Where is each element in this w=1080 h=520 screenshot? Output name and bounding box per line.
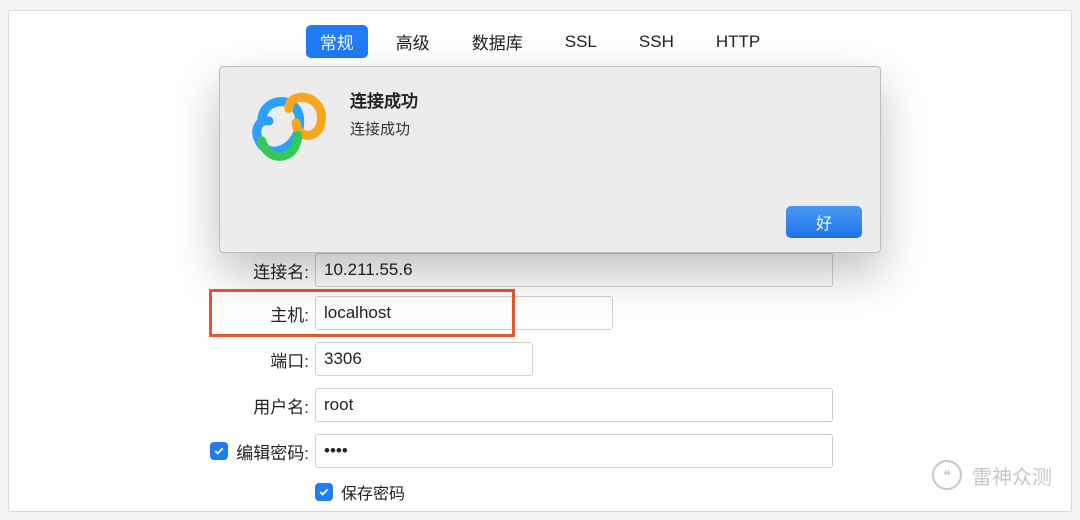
tab-advanced[interactable]: 高级 [382, 25, 444, 58]
tab-general[interactable]: 常规 [306, 25, 368, 58]
tab-http[interactable]: HTTP [702, 28, 774, 56]
app-logo-icon [242, 85, 332, 175]
label-password: 编辑密码: [236, 439, 309, 464]
row-host: 主机: [9, 296, 1071, 330]
label-port: 端口: [270, 347, 309, 372]
save-password-checkbox[interactable] [315, 483, 333, 501]
dialog-title: 连接成功 [350, 87, 418, 112]
tab-ssl[interactable]: SSL [551, 28, 611, 56]
ok-button[interactable]: 好 [786, 206, 862, 238]
dialog-message: 连接成功 [350, 118, 418, 139]
label-host: 主机: [270, 301, 309, 326]
watermark: ❝ 雷神众测 [932, 460, 1052, 490]
password-input[interactable] [315, 434, 833, 468]
wechat-icon: ❝ [932, 460, 962, 490]
connection-name-input[interactable] [315, 253, 833, 287]
row-port: 端口: [9, 342, 1071, 376]
connection-success-dialog: 连接成功 连接成功 好 [219, 66, 881, 253]
label-connection-name: 连接名: [253, 258, 309, 283]
connection-form: 主机: 端口: 用户名: 编辑密码: [9, 296, 1071, 504]
row-username: 用户名: [9, 388, 1071, 422]
row-connection-name: 连接名: [9, 253, 833, 287]
tab-bar: 常规 高级 数据库 SSL SSH HTTP [9, 11, 1071, 74]
edit-password-checkbox[interactable] [210, 442, 228, 460]
port-input[interactable] [315, 342, 533, 376]
row-password: 编辑密码: [9, 434, 1071, 468]
row-save-password: 保存密码 [9, 480, 1071, 504]
tab-database[interactable]: 数据库 [458, 25, 537, 58]
main-window: 常规 高级 数据库 SSL SSH HTTP 连接名: 主机: 端口: 用户名: [8, 10, 1072, 512]
label-save-password: 保存密码 [341, 480, 405, 504]
tab-ssh[interactable]: SSH [625, 28, 688, 56]
host-input[interactable] [315, 296, 613, 330]
label-username: 用户名: [253, 393, 309, 418]
username-input[interactable] [315, 388, 833, 422]
watermark-text: 雷神众测 [972, 461, 1052, 490]
